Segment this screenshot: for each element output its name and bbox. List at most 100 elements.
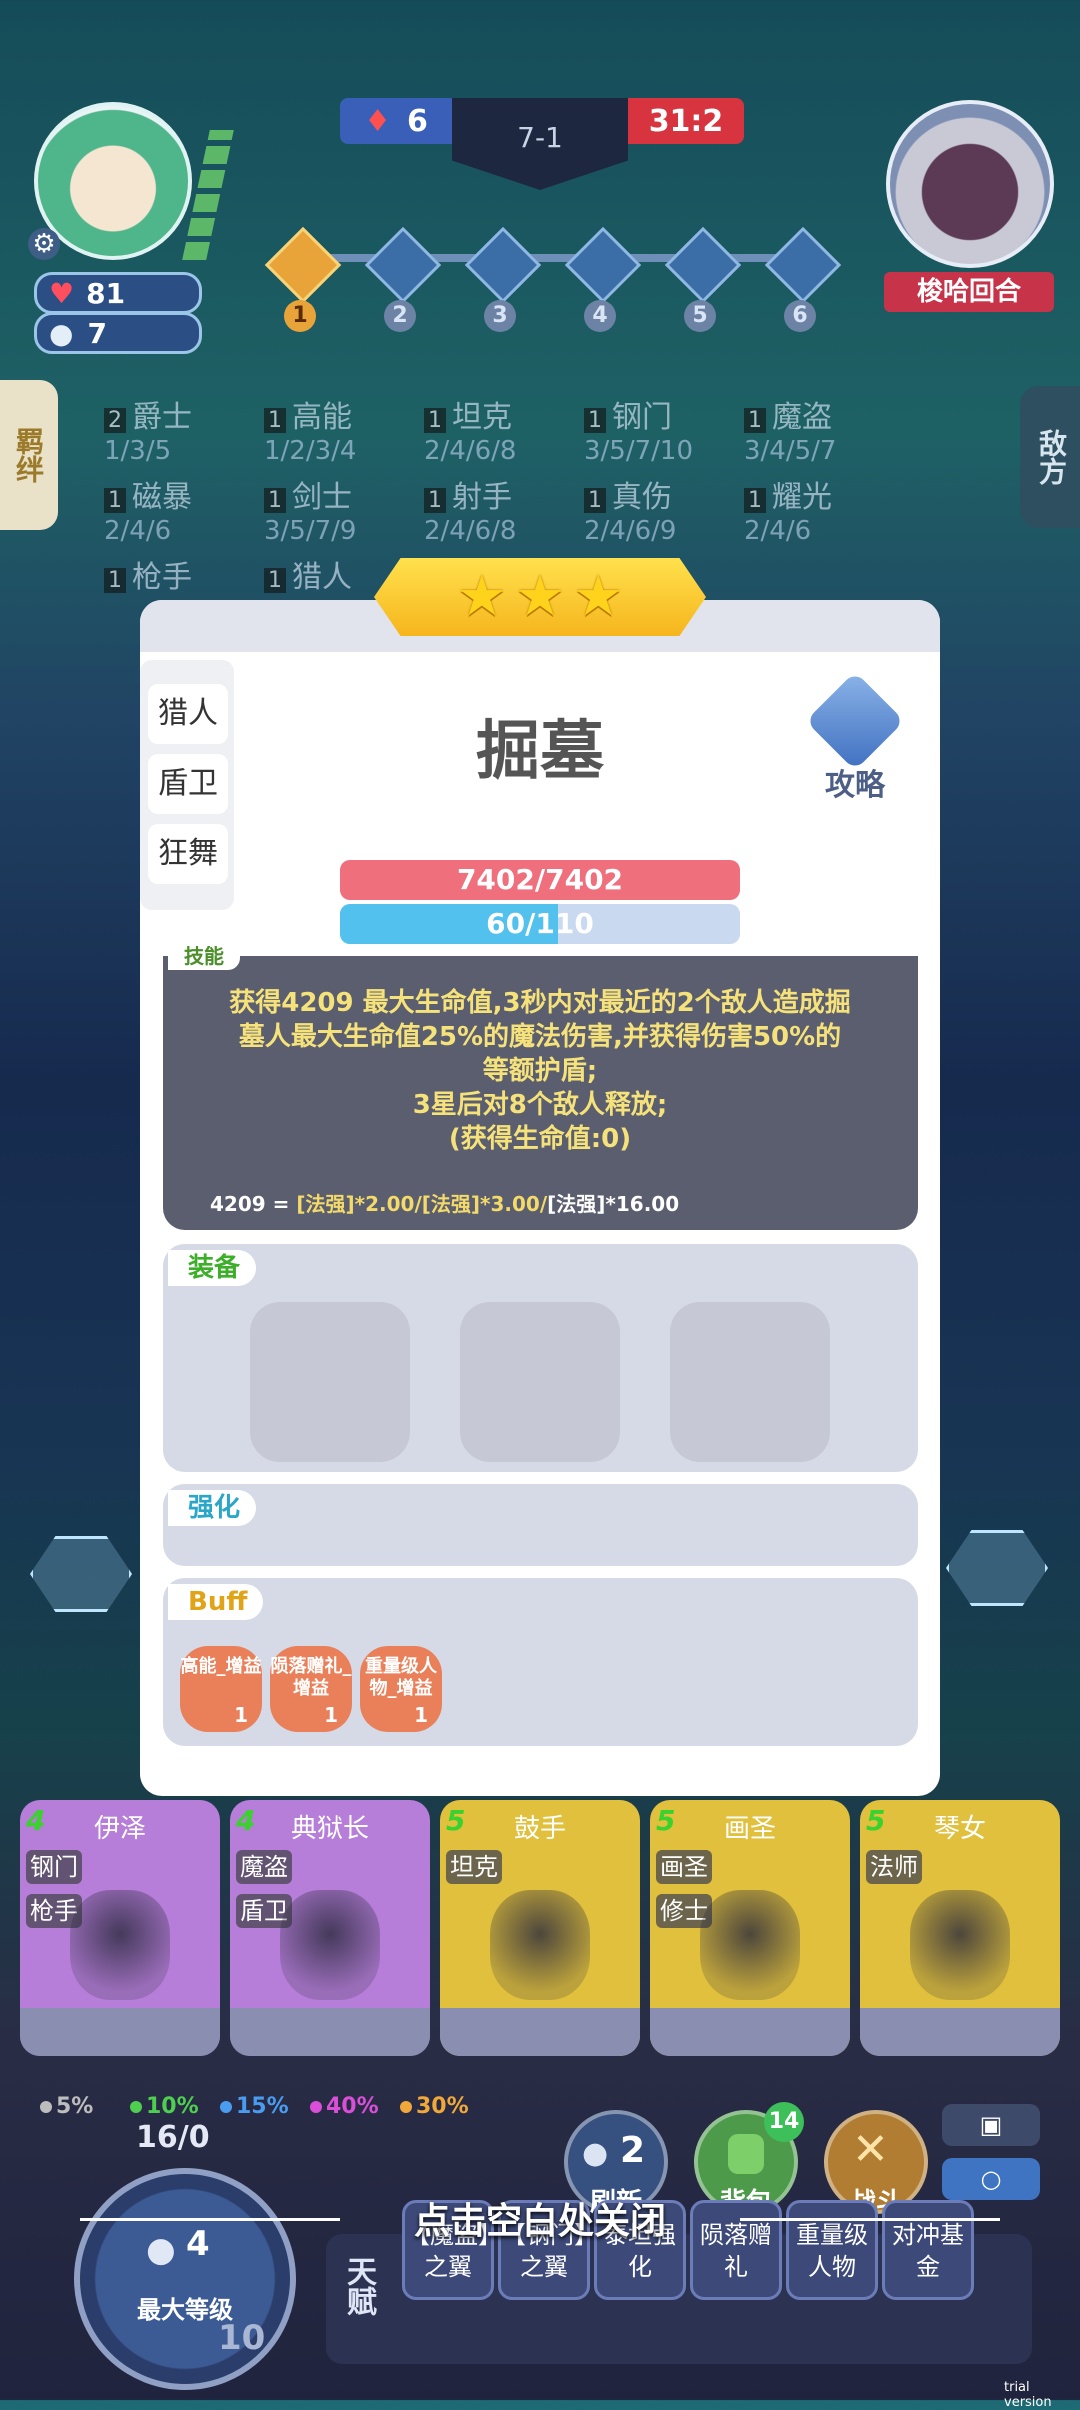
tier-dot [310, 2101, 322, 2113]
synergy-name: 剑士 [292, 480, 352, 515]
skill-line: 等额护盾; [482, 1056, 598, 1086]
synergy-entry[interactable]: 1 钢门 3/5/7/10 [584, 392, 693, 466]
player-hp: ♥ 81 [34, 272, 202, 314]
synergy-count: 1 [264, 408, 286, 433]
equipment-slot[interactable] [250, 1302, 410, 1462]
unit-name: 伊泽 [93, 1814, 146, 1844]
opponent-avatar[interactable] [886, 100, 1054, 268]
synergy-name: 枪手 [132, 560, 192, 595]
synergy-levels: 2/4/6/8 [424, 436, 517, 466]
equipment-slot[interactable] [460, 1302, 620, 1462]
synergy-entry[interactable]: 1 真伤 2/4/6/9 [584, 472, 676, 546]
synergy-name: 射手 [452, 480, 512, 515]
unit-card-footer [440, 2008, 640, 2056]
shop-unit-card[interactable]: 画圣 5 画圣 修士 [650, 1800, 850, 2056]
unit-cost: 4 [26, 1804, 46, 1837]
enemy-tab[interactable]: 敌方 [1020, 386, 1080, 528]
stage-number: 6 [784, 300, 816, 332]
enemy-tab-label: 敌方 [1035, 429, 1068, 485]
skill-label: 技能 [168, 946, 240, 970]
unit-card-footer [860, 2008, 1060, 2056]
stage-number: 3 [484, 300, 516, 332]
settings-gear-icon[interactable]: ⚙ [28, 228, 60, 260]
xp-text: 16/0 [136, 2120, 210, 2155]
unit-trait-tag: 魔盗 [236, 1850, 292, 1884]
shop-unit-card[interactable]: 琴女 5 法师 [860, 1800, 1060, 2056]
buff-label: Buff [168, 1584, 264, 1620]
synergy-levels: 2/4/6/9 [584, 516, 677, 546]
unit-portrait [490, 1890, 590, 2000]
buff-chip[interactable]: 高能_增益 1 [180, 1646, 262, 1732]
unit-cost: 4 [236, 1804, 256, 1837]
unit-cost: 5 [446, 1804, 466, 1837]
unit-name: 鼓手 [513, 1814, 566, 1844]
trait-tag[interactable]: 盾卫 [148, 754, 228, 814]
star-icon: ★ [456, 564, 507, 629]
buff-count: 1 [234, 1703, 248, 1727]
buff-chip[interactable]: 重量级人物_增益 1 [360, 1646, 442, 1732]
synergy-levels: 3/5/7/9 [264, 516, 357, 546]
stage-number: 2 [384, 300, 416, 332]
unit-trait-tag: 坦克 [446, 1850, 502, 1884]
synergy-entry[interactable]: 1 射手 2/4/6/8 [424, 472, 516, 546]
unit-name: 典狱长 [290, 1814, 369, 1844]
formula-scaling-max: [法强]*16.00 [547, 1192, 680, 1216]
graduation-cap-icon [805, 671, 905, 771]
star-icon: ★ [514, 564, 566, 629]
left-score-value: 6 [407, 103, 428, 139]
synergy-levels: 3/4/5/7 [744, 436, 837, 466]
equipment-slot[interactable] [670, 1302, 830, 1462]
shop-unit-card[interactable]: 鼓手 5 坦克 [440, 1800, 640, 2056]
synergy-entry[interactable]: 1 魔盗 3/4/5/7 [744, 392, 836, 466]
star-rating-banner: ★ ★ ★ [374, 558, 706, 636]
synergy-tab[interactable]: 羁绊 [0, 380, 58, 530]
synergy-name: 魔盗 [772, 400, 832, 435]
unit-trait-tag: 法师 [866, 1850, 922, 1884]
tier-odds: 15% [220, 2094, 289, 2119]
skill-formula: 4209 = [法强]*2.00/[法强]*3.00/[法强]*16.00 [210, 1188, 679, 1217]
synergy-entry[interactable]: 1 坦克 2/4/6/8 [424, 392, 516, 466]
tier-dot [400, 2101, 412, 2113]
synergy-entry[interactable]: 1 枪手 [104, 552, 192, 596]
synergy-levels: 1/3/5 [104, 436, 172, 466]
trait-tag[interactable]: 狂舞 [148, 824, 228, 884]
shop-unit-card[interactable]: 典狱长 4 魔盗 盾卫 [230, 1800, 430, 2056]
search-icon: ○ [980, 2165, 1002, 2193]
synergy-levels: 2/4/6 [744, 516, 812, 546]
synergy-entry[interactable]: 1 剑士 3/5/7/9 [264, 472, 356, 546]
stage-number: 5 [684, 300, 716, 332]
close-hint[interactable]: 点击空白处关闭 [0, 2192, 1080, 2244]
synergy-count: 1 [584, 408, 606, 433]
unit-portrait [910, 1890, 1010, 2000]
tier-odds-value: 5% [56, 2094, 94, 2119]
unit-card-footer [650, 2008, 850, 2056]
synergy-tab-label: 羁绊 [12, 427, 45, 483]
synergy-entry[interactable]: 2 爵士 1/3/5 [104, 392, 192, 466]
synergy-entry[interactable]: 1 高能 1/2/3/4 [264, 392, 356, 466]
synergy-entry[interactable]: 1 耀光 2/4/6 [744, 472, 832, 546]
lock-button[interactable]: ▣ [942, 2104, 1040, 2146]
buff-chip[interactable]: 陨落赠礼_增益 1 [270, 1646, 352, 1732]
enhance-label: 强化 [168, 1490, 257, 1526]
synergy-entry[interactable]: 1 磁暴 2/4/6 [104, 472, 192, 546]
shop-unit-card[interactable]: 伊泽 4 钢门 枪手 [20, 1800, 220, 2056]
backpack-icon [728, 2134, 764, 2174]
unit-cost: 5 [656, 1804, 676, 1837]
tier-odds: 30% [400, 2094, 469, 2119]
guide-button[interactable]: 攻略 [800, 671, 910, 803]
trait-tag[interactable]: 猎人 [148, 684, 228, 744]
synergy-name: 真伤 [612, 480, 672, 515]
formula-scaling: [法强]*2.00/[法强]*3.00/ [296, 1192, 548, 1216]
synergy-levels: 3/5/7/10 [584, 436, 693, 466]
mana-bar: 60/110 [340, 904, 740, 944]
synergy-levels: 1/2/3/4 [264, 436, 357, 466]
heart-icon: ♥ [49, 276, 75, 310]
stage-number: 1 [284, 300, 316, 332]
hp-bar-text: 7402/7402 [456, 863, 624, 896]
synergy-entry[interactable]: 1 猎人 [264, 552, 352, 596]
coin-icon: ● [49, 316, 74, 350]
synergy-count: 1 [104, 568, 126, 593]
lock-icon: ▣ [979, 2111, 1003, 2139]
mana-bar-text: 60/110 [486, 907, 594, 940]
player-gold-value: 7 [87, 316, 107, 350]
